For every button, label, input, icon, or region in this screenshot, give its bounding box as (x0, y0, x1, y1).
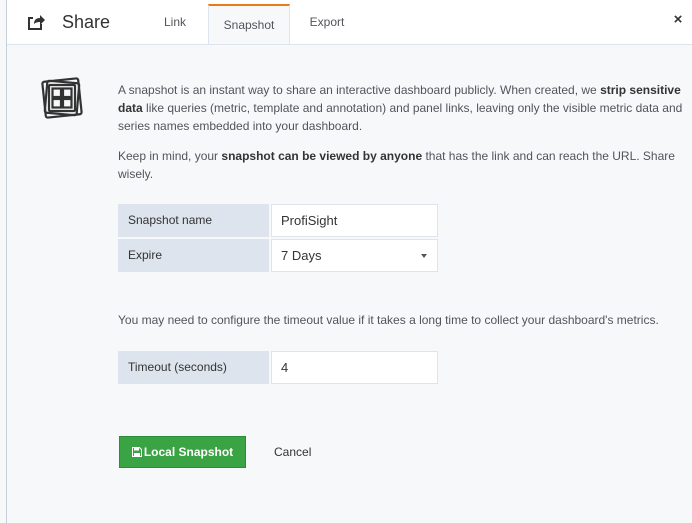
share-modal: Share Link Snapshot Export × A snapshot … (6, 0, 692, 523)
expire-select[interactable]: 7 Days (271, 239, 438, 272)
snapshot-description: A snapshot is an instant way to share an… (118, 81, 683, 135)
snapshot-name-row: Snapshot name (118, 204, 438, 237)
tab-export[interactable]: Export (299, 0, 355, 44)
expire-label: Expire (118, 239, 269, 272)
snapshot-name-input[interactable] (271, 204, 438, 237)
caret-down-icon (421, 254, 427, 258)
save-icon (131, 447, 142, 457)
timeout-row: Timeout (seconds) (118, 351, 438, 384)
share-arrow-icon (28, 15, 45, 30)
tab-snapshot[interactable]: Snapshot (208, 4, 290, 44)
warning-text: Keep in mind, your (118, 149, 222, 163)
tab-export-label: Export (309, 15, 345, 29)
tab-link[interactable]: Link (150, 0, 200, 44)
snapshot-stack-icon (41, 77, 83, 119)
snapshot-name-label: Snapshot name (118, 204, 269, 237)
cancel-button[interactable]: Cancel (274, 436, 311, 468)
cancel-label: Cancel (274, 445, 312, 459)
close-icon[interactable]: × (670, 11, 686, 31)
modal-title: Share (62, 12, 111, 32)
timeout-note: You may need to configure the timeout va… (118, 313, 659, 327)
timeout-label: Timeout (seconds) (118, 351, 269, 384)
local-snapshot-button[interactable]: Local Snapshot (119, 436, 246, 468)
tab-link-label: Link (163, 15, 186, 29)
description-text: like queries (metric, template and annot… (118, 101, 683, 133)
snapshot-warning: Keep in mind, your snapshot can be viewe… (118, 147, 683, 183)
modal-header: Share Link Snapshot Export × (7, 0, 692, 45)
warning-strong: snapshot can be viewed by anyone (221, 149, 423, 163)
timeout-input[interactable] (271, 351, 438, 384)
expire-row: Expire 7 Days (118, 239, 438, 272)
tab-snapshot-label: Snapshot (223, 18, 275, 32)
local-snapshot-label: Local Snapshot (143, 445, 234, 459)
expire-value: 7 Days (281, 248, 322, 263)
description-text: A snapshot is an instant way to share an… (118, 83, 601, 97)
